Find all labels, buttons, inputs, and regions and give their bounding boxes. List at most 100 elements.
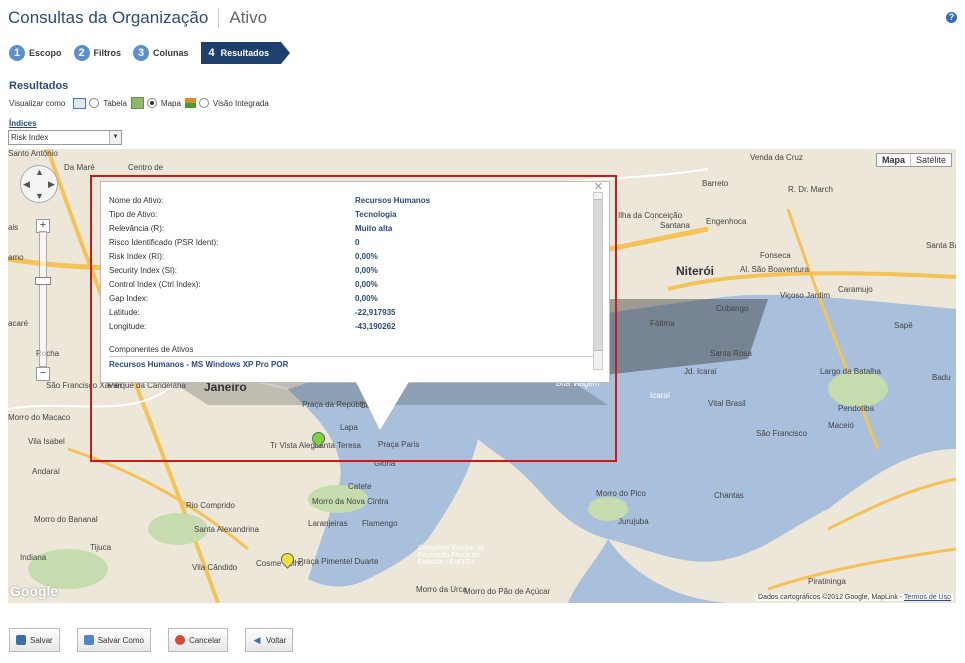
map-label: Morro do Macaco bbox=[8, 413, 71, 422]
radio-tabela[interactable] bbox=[89, 98, 100, 108]
map-label: Pendotiba bbox=[838, 404, 875, 413]
map-label: Laranjeiras bbox=[308, 519, 348, 528]
map-label: Tijuca bbox=[90, 543, 112, 552]
map-label: São Francisco bbox=[756, 429, 808, 438]
view-as-label: Visualizar como bbox=[9, 98, 66, 108]
chevron-down-icon[interactable]: ▼ bbox=[109, 131, 121, 144]
step-resultados[interactable]: 4 Resultados bbox=[200, 42, 290, 64]
indices-select[interactable]: Risk Index ▼ bbox=[8, 130, 122, 145]
step-number: 2 bbox=[73, 45, 90, 61]
indices-select-value: Risk Index bbox=[11, 133, 49, 142]
save-as-icon bbox=[83, 635, 94, 645]
pan-left-icon[interactable]: ◀ bbox=[23, 179, 30, 190]
map-label: Morro da Urca bbox=[416, 585, 468, 594]
zoom-out-button[interactable]: − bbox=[36, 367, 50, 381]
map-label: Venda da Cruz bbox=[750, 153, 803, 162]
map-label: Chantas bbox=[714, 491, 744, 500]
map-label: Praça Pimentel Duarte bbox=[298, 557, 379, 566]
field-value: 0,00% bbox=[355, 266, 378, 275]
pan-down-icon[interactable]: ▼ bbox=[35, 191, 44, 201]
map-label: Indiana bbox=[20, 553, 47, 562]
field-label: Tipo de Ativo: bbox=[109, 210, 158, 219]
zoom-slider-handle[interactable] bbox=[35, 277, 51, 285]
popup-scrollbar[interactable] bbox=[593, 192, 603, 370]
map-label: Da Maré bbox=[64, 163, 95, 172]
map-type-map-button[interactable]: Mapa bbox=[877, 154, 911, 166]
help-icon[interactable]: ? bbox=[946, 12, 957, 23]
popup-scrollbar-thumb[interactable] bbox=[594, 199, 602, 351]
map-label: Morro do Pão de Açúcar bbox=[464, 587, 551, 596]
popup-row: Tipo de Ativo: Tecnologia bbox=[109, 210, 589, 222]
popup-row: Gap Index: 0,00% bbox=[109, 294, 589, 306]
option-mapa-label: Mapa bbox=[160, 98, 181, 108]
map-type-satellite-button[interactable]: Satélite bbox=[911, 154, 951, 166]
map-label: Sapê bbox=[894, 321, 913, 330]
step-escopo[interactable]: 1 Escopo bbox=[9, 45, 62, 61]
wizard-steps: 1 Escopo 2 Filtros 3 Colunas 4 Resultado… bbox=[9, 42, 290, 64]
map-label: Morro do Pico bbox=[596, 489, 646, 498]
radio-visao-integrada[interactable] bbox=[198, 98, 209, 108]
field-label: Latitude: bbox=[109, 308, 140, 317]
action-bar: Salvar Salvar Como Cancelar ◀ Voltar bbox=[9, 628, 310, 652]
pan-right-icon[interactable]: ▶ bbox=[48, 179, 55, 190]
map-label: Viçoso Jardim bbox=[780, 291, 831, 300]
pan-control[interactable]: ▲ ▼ ◀ ▶ bbox=[20, 165, 58, 203]
field-label: Risco Identificado (PSR Ident): bbox=[109, 238, 219, 247]
zoom-slider[interactable] bbox=[39, 231, 47, 367]
step-filtros[interactable]: 2 Filtros bbox=[73, 45, 122, 61]
field-label: Relevância (R): bbox=[109, 224, 165, 233]
components-title: Componentes de Ativos bbox=[109, 345, 194, 354]
map-label: Caramujo bbox=[838, 285, 873, 294]
back-label: Voltar bbox=[265, 635, 287, 645]
field-value: 0,00% bbox=[355, 280, 378, 289]
popup-row: Longitude: -43,190262 bbox=[109, 322, 589, 334]
radio-mapa[interactable] bbox=[146, 98, 157, 108]
map-label: Morro do Bananal bbox=[34, 515, 98, 524]
indices-label: Índices bbox=[9, 119, 37, 128]
google-logo: Google bbox=[10, 583, 59, 599]
map-label: amo bbox=[8, 253, 24, 262]
popup-content: ✕ Nome do Ativo: Recursos Humanos Tipo d… bbox=[100, 181, 610, 383]
component-link[interactable]: Recursos Humanos - MS Windows XP Pro POR bbox=[109, 360, 288, 369]
terms-link[interactable]: Termos de Uso bbox=[904, 594, 951, 601]
save-button[interactable]: Salvar bbox=[9, 628, 60, 652]
map-label: Flamengo bbox=[362, 519, 398, 528]
map-label: Morro da Nova Cintra bbox=[312, 497, 389, 506]
cancel-button[interactable]: Cancelar bbox=[167, 628, 228, 652]
field-value: 0 bbox=[355, 238, 360, 247]
map-label: Santana bbox=[660, 221, 690, 230]
step-number: 1 bbox=[9, 45, 25, 61]
field-value: Tecnologia bbox=[355, 210, 397, 219]
map-label: Catete bbox=[348, 482, 372, 491]
map-label: Maceió bbox=[828, 421, 854, 430]
copyright-text: Dados cartográficos ©2012 Google, MapLin… bbox=[758, 594, 904, 601]
back-button[interactable]: ◀ Voltar bbox=[244, 628, 294, 652]
step-label: Resultados bbox=[220, 48, 270, 58]
save-icon bbox=[16, 635, 26, 645]
field-value: -22,917935 bbox=[355, 308, 396, 317]
map-type-control: Mapa Satélite bbox=[875, 153, 952, 167]
arrow-left-icon: ◀ bbox=[253, 635, 261, 645]
field-value: -43,190262 bbox=[355, 322, 396, 331]
save-as-button[interactable]: Salvar Como bbox=[76, 628, 151, 652]
step-colunas[interactable]: 3 Colunas bbox=[133, 45, 189, 61]
map-label: Vital Brasil bbox=[708, 399, 746, 408]
save-label: Salvar bbox=[30, 635, 53, 645]
map-label: Jd. Icaraí bbox=[684, 367, 717, 376]
map-label: ais bbox=[8, 223, 19, 232]
map-label: Cubango bbox=[716, 304, 749, 313]
map-label: Fátima bbox=[650, 319, 675, 328]
map-label: Piratininga bbox=[808, 577, 846, 586]
step-label: Filtros bbox=[93, 48, 122, 58]
page-header: Consultas da Organização Ativo bbox=[8, 6, 267, 30]
page-title: Consultas da Organização bbox=[8, 8, 209, 27]
map-label: Niterói bbox=[676, 264, 715, 278]
popup-row: Nome do Ativo: Recursos Humanos bbox=[109, 196, 589, 208]
map-label: Fonseca bbox=[760, 251, 791, 260]
popup-row: Relevância (R): Muito alta bbox=[109, 224, 589, 236]
save-as-label: Salvar Como bbox=[97, 635, 144, 645]
asset-info-popup: ✕ Nome do Ativo: Recursos Humanos Tipo d… bbox=[90, 175, 617, 462]
field-label: Control Index (Ctrl Index): bbox=[109, 280, 201, 289]
pan-up-icon[interactable]: ▲ bbox=[35, 167, 44, 177]
popup-row: Latitude: -22,917935 bbox=[109, 308, 589, 320]
